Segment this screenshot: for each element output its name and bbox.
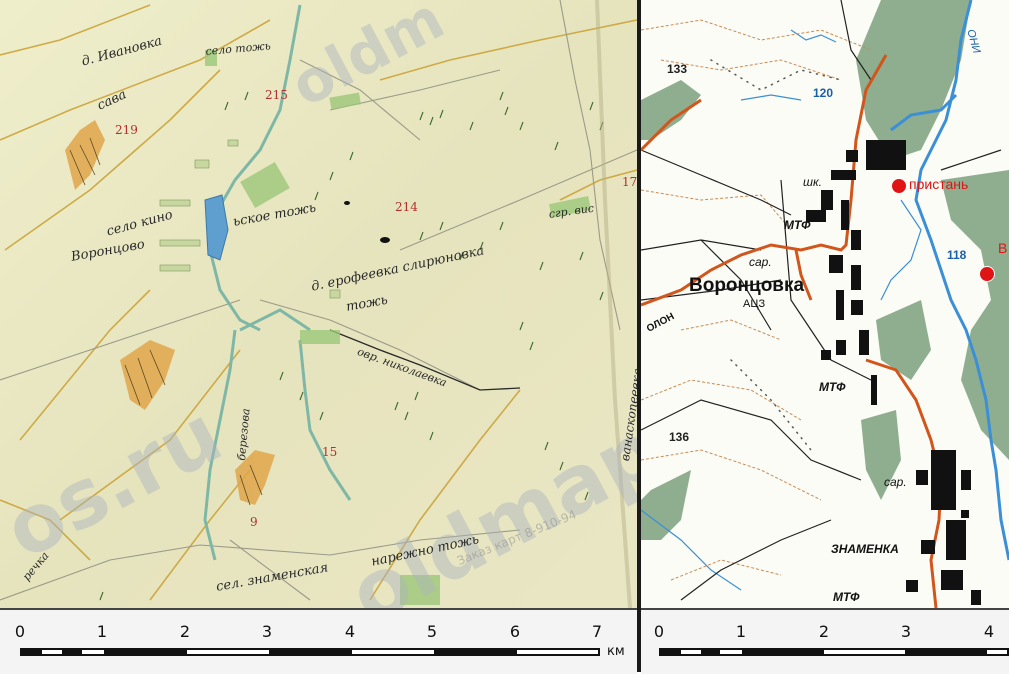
scale-bar-graphic <box>659 648 1009 656</box>
elevation-120: 120 <box>813 86 834 100</box>
label-sar-2: сар. <box>884 475 907 489</box>
plot-number-9: 9 <box>250 515 258 529</box>
plot-number-215: 215 <box>265 88 288 102</box>
scale-tick-0: 0 <box>14 622 26 641</box>
plot-number-15: 15 <box>322 445 338 459</box>
scale-bar-graphic <box>20 648 600 656</box>
topographic-map-panel[interactable]: Воронцовка ЗНАМЕНКА шк. МТФ сар. АЦЗ МТФ… <box>641 0 1009 672</box>
scale-tick-2: 2 <box>179 622 191 641</box>
label-ats: АЦЗ <box>743 298 766 310</box>
right-scale-bar: 0 1 2 3 4 <box>641 608 1009 674</box>
town-label-vorontsovka: Воронцовка <box>689 275 805 296</box>
poi-label-pristan[interactable]: пристань <box>909 176 968 192</box>
poi-marker-b[interactable] <box>979 266 995 282</box>
plot-number-214: 214 <box>395 200 418 214</box>
poi-label-b[interactable]: В <box>998 240 1007 256</box>
poi-marker-pristan[interactable] <box>891 178 907 194</box>
scale-tick-4: 4 <box>983 622 995 641</box>
label-mtf-3: МТФ <box>833 590 860 604</box>
label-mtf-2: МТФ <box>819 380 846 394</box>
scale-tick-5: 5 <box>426 622 438 641</box>
elevation-136: 136 <box>669 430 690 444</box>
scale-tick-1: 1 <box>735 622 747 641</box>
historical-map-panel[interactable]: oldm oldmaps.ru os.ru Заказ карт 8-910-9… <box>0 0 637 672</box>
scale-tick-6: 6 <box>509 622 521 641</box>
label-school: шк. <box>803 175 822 189</box>
plot-number-17: 17 <box>622 175 637 189</box>
elevation-118: 118 <box>947 248 967 262</box>
plot-number-219: 219 <box>115 123 138 137</box>
elevation-133: 133 <box>667 62 688 76</box>
village-label-znamenka: ЗНАМЕНКА <box>831 542 899 556</box>
scale-tick-3: 3 <box>261 622 273 641</box>
left-scale-bar: 0 1 2 3 4 5 6 7 км <box>0 608 637 674</box>
scale-tick-0: 0 <box>653 622 665 641</box>
scale-tick-7: 7 <box>591 622 603 641</box>
label-sar-1: сар. <box>749 255 772 269</box>
scale-tick-2: 2 <box>818 622 830 641</box>
scale-unit-km: км <box>607 644 625 659</box>
scale-tick-1: 1 <box>96 622 108 641</box>
scale-tick-4: 4 <box>344 622 356 641</box>
scale-tick-3: 3 <box>900 622 912 641</box>
label-mtf-1: МТФ <box>784 218 811 232</box>
